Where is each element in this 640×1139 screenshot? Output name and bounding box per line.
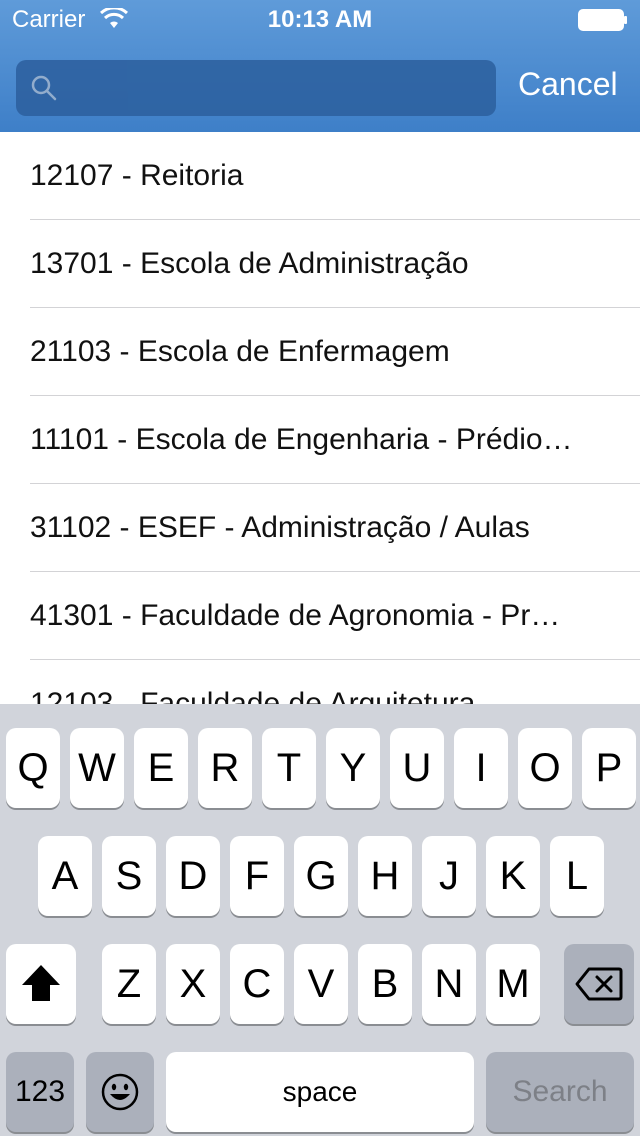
list-item[interactable]: 21103 - Escola de Enfermagem bbox=[0, 308, 640, 396]
key-e[interactable]: E bbox=[134, 728, 188, 808]
list-item-label: 11101 - Escola de Engenharia - Prédio… bbox=[30, 423, 573, 456]
key-k[interactable]: K bbox=[486, 836, 540, 916]
key-b[interactable]: B bbox=[358, 944, 412, 1024]
shift-key[interactable] bbox=[6, 944, 76, 1024]
list-item[interactable]: 41301 - Faculdade de Agronomia - Pr… bbox=[0, 572, 640, 660]
key-p[interactable]: P bbox=[582, 728, 636, 808]
backspace-icon bbox=[575, 967, 623, 1001]
key-i[interactable]: I bbox=[454, 728, 508, 808]
key-u[interactable]: U bbox=[390, 728, 444, 808]
shift-icon bbox=[22, 965, 60, 1001]
navigation-header: Carrier 10:13 AM Cancel bbox=[0, 0, 640, 132]
key-g[interactable]: G bbox=[294, 836, 348, 916]
list-item-label: 41301 - Faculdade de Agronomia - Pr… bbox=[30, 599, 561, 632]
key-a[interactable]: A bbox=[38, 836, 92, 916]
key-m[interactable]: M bbox=[486, 944, 540, 1024]
key-f[interactable]: F bbox=[230, 836, 284, 916]
key-r[interactable]: R bbox=[198, 728, 252, 808]
list-item-label: 12103 - Faculdade de Arquitetura bbox=[30, 687, 476, 704]
key-x[interactable]: X bbox=[166, 944, 220, 1024]
emoji-icon bbox=[101, 1073, 139, 1111]
key-t[interactable]: T bbox=[262, 728, 316, 808]
keyboard: Q W E R T Y U I O P A S D F G H J K L Z … bbox=[0, 704, 640, 1136]
list-item[interactable]: 31102 - ESEF - Administração / Aulas bbox=[0, 484, 640, 572]
cancel-button[interactable]: Cancel bbox=[518, 66, 618, 103]
key-n[interactable]: N bbox=[422, 944, 476, 1024]
key-y[interactable]: Y bbox=[326, 728, 380, 808]
list-item[interactable]: 11101 - Escola de Engenharia - Prédio… bbox=[0, 396, 640, 484]
key-h[interactable]: H bbox=[358, 836, 412, 916]
emoji-key[interactable] bbox=[86, 1052, 154, 1132]
key-c[interactable]: C bbox=[230, 944, 284, 1024]
key-v[interactable]: V bbox=[294, 944, 348, 1024]
results-list: 12107 - Reitoria 13701 - Escola de Admin… bbox=[0, 132, 640, 704]
status-bar: Carrier 10:13 AM bbox=[0, 0, 640, 40]
list-item[interactable]: 13701 - Escola de Administração bbox=[0, 220, 640, 308]
key-s[interactable]: S bbox=[102, 836, 156, 916]
key-d[interactable]: D bbox=[166, 836, 220, 916]
numbers-key[interactable]: 123 bbox=[6, 1052, 74, 1132]
list-item-label: 13701 - Escola de Administração bbox=[30, 247, 469, 280]
search-icon bbox=[31, 75, 57, 101]
key-q[interactable]: Q bbox=[6, 728, 60, 808]
list-item-label: 31102 - ESEF - Administração / Aulas bbox=[30, 511, 530, 544]
backspace-key[interactable] bbox=[564, 944, 634, 1024]
battery-icon bbox=[578, 9, 627, 31]
list-item[interactable]: 12103 - Faculdade de Arquitetura bbox=[0, 660, 640, 704]
key-l[interactable]: L bbox=[550, 836, 604, 916]
key-z[interactable]: Z bbox=[102, 944, 156, 1024]
list-item-label: 12107 - Reitoria bbox=[30, 159, 244, 192]
search-key[interactable]: Search bbox=[486, 1052, 634, 1132]
list-item-label: 21103 - Escola de Enfermagem bbox=[30, 335, 450, 368]
space-key[interactable]: space bbox=[166, 1052, 474, 1132]
search-input[interactable] bbox=[16, 60, 496, 116]
key-o[interactable]: O bbox=[518, 728, 572, 808]
key-w[interactable]: W bbox=[70, 728, 124, 808]
status-time: 10:13 AM bbox=[267, 6, 373, 33]
key-j[interactable]: J bbox=[422, 836, 476, 916]
list-item[interactable]: 12107 - Reitoria bbox=[0, 132, 640, 220]
